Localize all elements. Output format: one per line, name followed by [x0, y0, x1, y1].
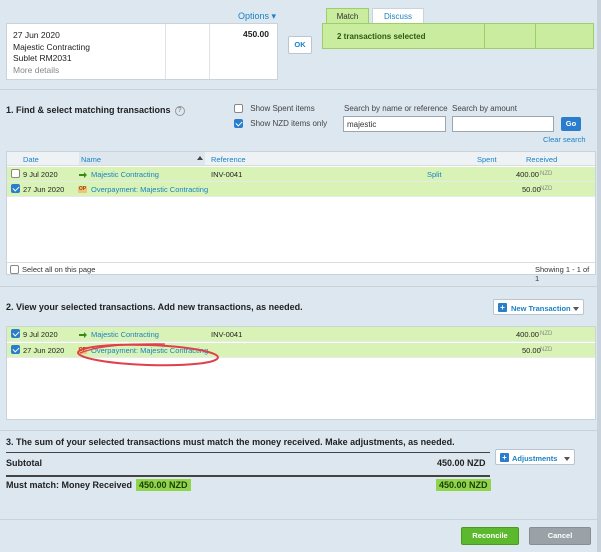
- arrow-right-icon: [79, 332, 87, 338]
- options-menu[interactable]: Options ▾: [238, 11, 276, 22]
- search-amount-input[interactable]: [452, 116, 554, 132]
- section3-title: 3. The sum of your selected transactions…: [6, 437, 455, 447]
- plus-icon: +: [500, 453, 509, 462]
- pagination-status: Showing 1 - 1 of 1: [535, 265, 590, 283]
- divider: [535, 24, 536, 48]
- new-transaction-button[interactable]: + New Transaction: [493, 299, 584, 315]
- cancel-button[interactable]: Cancel: [529, 527, 591, 545]
- row-date: 9 Jul 2020: [23, 170, 58, 179]
- help-icon[interactable]: ?: [174, 105, 185, 116]
- divider: [0, 89, 601, 90]
- adjustments-button[interactable]: + Adjustments: [495, 449, 575, 465]
- select-all-checkbox[interactable]: [10, 265, 19, 274]
- row-date: 27 Jun 2020: [23, 185, 65, 194]
- table-header: Date Name Reference Spent Received: [7, 152, 595, 166]
- adjustments-label: Adjustments: [512, 454, 558, 463]
- row-currency: NZD: [540, 331, 553, 337]
- statement-payee: Majestic Contracting: [13, 41, 91, 52]
- show-spent-checkbox[interactable]: [234, 104, 243, 114]
- row-currency: NZD: [540, 171, 553, 177]
- col-date[interactable]: Date: [23, 155, 39, 164]
- match-summary-text: 2 transactions selected: [337, 32, 426, 41]
- col-received[interactable]: Received: [526, 155, 557, 164]
- tab-discuss[interactable]: Discuss: [372, 8, 424, 24]
- row-received: 50.00: [522, 346, 541, 355]
- statement-date: 27 Jun 2020: [13, 30, 60, 40]
- row-reference: INV-0041: [211, 170, 243, 179]
- split-link[interactable]: Split: [427, 170, 442, 179]
- plus-icon: +: [498, 303, 507, 312]
- row-checkbox[interactable]: [11, 329, 20, 338]
- col-name[interactable]: Name: [81, 155, 101, 164]
- go-button[interactable]: Go: [561, 117, 581, 131]
- arrow-right-icon: [79, 172, 87, 178]
- matching-transactions-table: Date Name Reference Spent Received 9 Jul…: [6, 151, 596, 283]
- table-row[interactable]: 9 Jul 2020 Majestic Contracting INV-0041…: [7, 167, 595, 182]
- section2-title: 2. View your selected transactions. Add …: [6, 302, 303, 312]
- col-reference[interactable]: Reference: [211, 155, 246, 164]
- tab-match[interactable]: Match: [326, 8, 369, 24]
- statement-spent-cell: [165, 24, 209, 79]
- money-received-badge: 450.00 NZD: [136, 479, 191, 491]
- scrollbar[interactable]: [597, 0, 601, 552]
- row-reference: INV-0041: [211, 330, 243, 339]
- divider: [0, 519, 601, 520]
- row-checkbox[interactable]: [11, 345, 20, 354]
- divider: [0, 286, 601, 287]
- must-match-value: 450.00 NZD: [436, 479, 491, 491]
- row-received: 50.00: [522, 185, 541, 194]
- search-amount-label: Search by amount: [452, 104, 517, 113]
- show-nzd-label: Show NZD items only: [250, 119, 328, 128]
- row-date: 9 Jul 2020: [23, 330, 58, 339]
- row-received: 400.00: [516, 330, 539, 339]
- statement-amount: 450.00: [209, 24, 277, 79]
- table-row[interactable]: 9 Jul 2020 Majestic Contracting INV-0041…: [7, 327, 595, 342]
- highlight-circle: [77, 343, 219, 367]
- divider: [6, 475, 490, 477]
- chevron-down-icon: [564, 457, 570, 461]
- search-name-input[interactable]: majestic: [343, 116, 446, 132]
- sort-asc-icon: [197, 156, 203, 160]
- row-name[interactable]: Overpayment: Majestic Contracting: [91, 185, 208, 194]
- row-currency: NZD: [540, 186, 553, 192]
- section1-title-text: 1. Find & select matching transactions: [6, 105, 171, 115]
- row-name[interactable]: Majestic Contracting: [91, 170, 159, 179]
- subtotal-label: Subtotal: [6, 458, 42, 468]
- table-footer: Select all on this page Showing 1 - 1 of…: [7, 262, 595, 283]
- table-row[interactable]: 27 Jun 2020 OP Overpayment: Majestic Con…: [7, 182, 595, 197]
- show-spent-option[interactable]: Show Spent items: [234, 104, 315, 114]
- row-name[interactable]: Majestic Contracting: [91, 330, 159, 339]
- reconcile-button[interactable]: Reconcile: [461, 527, 519, 545]
- divider: [6, 452, 490, 453]
- row-currency: NZD: [540, 347, 553, 353]
- must-match-label: Must match: Money Received: [6, 480, 133, 490]
- row-checkbox[interactable]: [11, 169, 20, 178]
- divider: [484, 24, 485, 48]
- row-checkbox[interactable]: [11, 184, 20, 193]
- show-spent-label: Show Spent items: [250, 104, 315, 113]
- section1-title: 1. Find & select matching transactions?: [6, 105, 185, 116]
- statement-line-card: 27 Jun 2020 Majestic Contracting Sublet …: [6, 23, 278, 80]
- more-details-link[interactable]: More details: [13, 65, 165, 77]
- row-date: 27 Jun 2020: [23, 346, 65, 355]
- show-nzd-option[interactable]: Show NZD items only: [234, 119, 328, 129]
- subtotal-value: 450.00 NZD: [437, 458, 486, 468]
- clear-search-link[interactable]: Clear search: [543, 135, 586, 144]
- row-received: 400.00: [516, 170, 539, 179]
- statement-details: 27 Jun 2020 Majestic Contracting Sublet …: [7, 24, 165, 79]
- show-nzd-checkbox[interactable]: [234, 119, 243, 129]
- search-name-label: Search by name or reference: [344, 104, 448, 113]
- statement-reference: Sublet RM2031: [13, 53, 72, 63]
- selected-transactions-table: 9 Jul 2020 Majestic Contracting INV-0041…: [6, 326, 596, 420]
- overpayment-icon: OP: [78, 186, 87, 193]
- chevron-down-icon: [573, 307, 579, 311]
- col-spent[interactable]: Spent: [477, 155, 497, 164]
- new-transaction-label: New Transaction: [511, 304, 571, 313]
- select-all-label: Select all on this page: [22, 265, 96, 274]
- match-summary-panel: 2 transactions selected: [322, 23, 594, 49]
- divider: [0, 430, 601, 431]
- ok-button[interactable]: OK: [288, 36, 312, 54]
